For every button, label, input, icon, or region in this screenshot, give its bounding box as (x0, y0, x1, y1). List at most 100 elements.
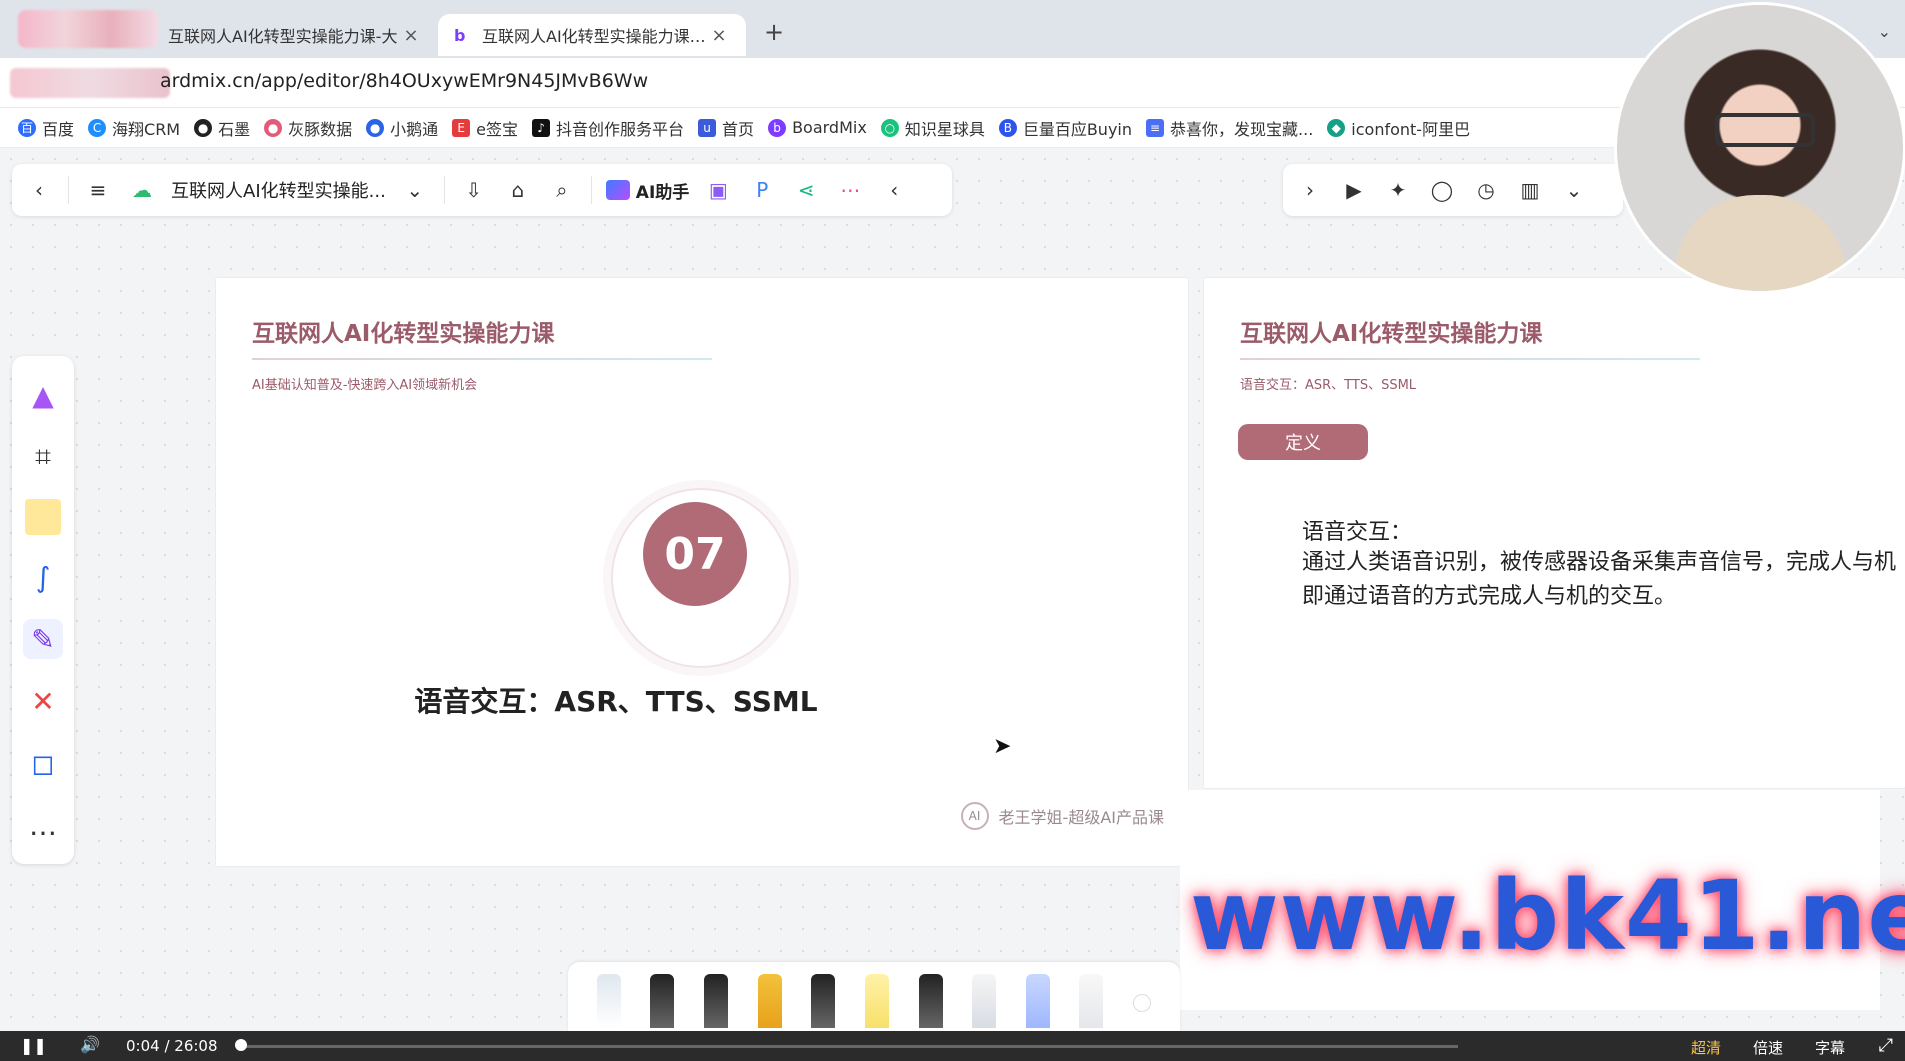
bookmark-label: 海翔CRM (112, 119, 181, 139)
expand-icon[interactable]: › (1295, 175, 1325, 205)
search-icon[interactable]: ⌕ (547, 175, 577, 205)
url-text[interactable]: ardmix.cn/app/editor/8h4OUxywEMr9N45JMvB… (160, 70, 648, 92)
new-tab-button[interactable]: + (764, 18, 784, 46)
progress-knob[interactable] (235, 1039, 248, 1051)
webcam-overlay (1617, 5, 1903, 291)
celebrate-icon[interactable]: ✦ (1383, 175, 1413, 205)
pause-icon[interactable]: ❚❚ (20, 1036, 47, 1055)
brand-mark: AI 老王学姐-超级AI产品课 (960, 802, 1164, 830)
progress-bar[interactable] (238, 1045, 1458, 1048)
eraser-tool-icon[interactable] (1079, 974, 1104, 1028)
close-icon[interactable]: × (400, 25, 422, 46)
template-icon[interactable]: ▲ (23, 375, 63, 415)
grid-tool-icon[interactable] (1025, 974, 1050, 1028)
brand-text: 老王学姐-超级AI产品课 (998, 808, 1164, 827)
back-icon[interactable]: ‹ (24, 175, 54, 205)
slide-cover[interactable]: 互联网人AI化转型实操能力课 AI基础认知普及-快速跨入AI领域新机会 07 语… (216, 278, 1188, 866)
close-icon[interactable]: × (708, 25, 730, 46)
download-icon[interactable]: ⇩ (459, 175, 489, 205)
blurred-region (10, 68, 170, 98)
baidu-icon: 百 (18, 118, 36, 137)
share-icon[interactable]: ⋖ (791, 175, 821, 205)
highlighter-tool-icon[interactable] (864, 974, 889, 1028)
fountain-pen-tool-icon[interactable] (650, 974, 675, 1028)
bookmark-item[interactable]: ≡ 恭喜你，发现宝藏... (1146, 116, 1313, 140)
chapter-number: 07 (643, 502, 747, 606)
bookmark-item[interactable]: ○ 知识星球具 (880, 116, 985, 140)
connector-icon[interactable]: ∫ (23, 557, 63, 597)
zsxq-icon: ○ (880, 118, 899, 137)
bookmark-item[interactable]: B 巨量百应Buyin (998, 116, 1133, 140)
divider (443, 176, 445, 204)
bookmark-item[interactable]: Ee签宝 (452, 116, 518, 140)
frame-icon[interactable]: ⌗ (23, 437, 63, 477)
editor-toolbar: ‹ ≡ ☁ 互联网人AI化转型实操能... ⌄ ⇩ ⌂ ⌕ AI助手 ▣ P ⋖… (12, 164, 952, 216)
tab-menu-icon[interactable]: ⌄ (1878, 22, 1891, 41)
comment-icon[interactable]: ◯ (1427, 175, 1457, 205)
time-readout: 0:04 / 26:08 (126, 1037, 218, 1055)
chapter-title: 语音交互：ASR、TTS、SSML (414, 685, 818, 718)
speed-button[interactable]: 倍速 (1753, 1037, 1783, 1058)
treasure-icon: ≡ (1146, 118, 1165, 137)
presentation-icon[interactable]: P (747, 175, 777, 205)
mindmap-tool-icon[interactable]: ✕ (23, 681, 63, 721)
brush-tool-icon[interactable] (704, 974, 729, 1028)
browser-tabbar: 互联网人AI化转型实操能力课-大 × b 互联网人AI化转型实操能力课 - b … (0, 0, 1905, 58)
douyin-icon: ♪ (532, 118, 551, 137)
slide-title: 互联网人AI化转型实操能力课 (1240, 321, 1543, 347)
bookmark-label: 恭喜你，发现宝藏... (1170, 119, 1314, 139)
bookmark-item[interactable]: ◆ iconfont-阿里巴 (1327, 116, 1470, 140)
chart-icon[interactable]: ▥ (1515, 175, 1545, 205)
chevron-down-icon[interactable]: ⌄ (400, 175, 430, 205)
bookmark-item[interactable]: ♪ 抖音创作服务平台 (532, 116, 684, 140)
bookmark-label: 抖音创作服务平台 (556, 119, 685, 139)
sticky-note-icon[interactable] (25, 499, 61, 535)
bookmark-item[interactable]: C 海翔CRM (88, 116, 180, 140)
shape-icon[interactable]: ◻ (23, 743, 63, 783)
more-icon[interactable]: … (23, 805, 63, 845)
pen-icon[interactable]: ✎ (23, 619, 63, 659)
play-icon[interactable]: ▶ (1339, 175, 1369, 205)
volume-icon[interactable]: 🔊 (80, 1035, 100, 1054)
pencil-tool-icon[interactable] (596, 974, 621, 1028)
marker-tool-icon[interactable] (757, 974, 782, 1028)
subtitles-button[interactable]: 字幕 (1815, 1037, 1845, 1058)
pen-tool-icon[interactable] (811, 974, 836, 1028)
xiaoe-icon: ● (366, 118, 385, 137)
title-divider (252, 358, 712, 360)
bookmark-item[interactable]: ● 小鹅通 (366, 116, 438, 140)
tab-title: 互联网人AI化转型实操能力课-大 (168, 27, 398, 46)
ink-pen-tool-icon[interactable] (918, 974, 943, 1028)
bookmark-item[interactable]: ● 石墨 (194, 116, 250, 140)
crm-icon: C (88, 118, 107, 137)
tag-icon[interactable]: ⌂ (503, 175, 533, 205)
bookmark-item[interactable]: b BoardMix (768, 118, 867, 137)
divider (590, 176, 592, 204)
menu-icon[interactable]: ≡ (83, 175, 113, 205)
address-bar[interactable]: ardmix.cn/app/editor/8h4OUxywEMr9N45JMvB… (0, 58, 1905, 108)
fullscreen-icon[interactable]: ⤢ (1879, 1035, 1893, 1056)
crayon-tool-icon[interactable] (972, 974, 997, 1028)
tab-active[interactable]: b 互联网人AI化转型实操能力课 - b × (438, 14, 746, 56)
ai-assistant-button[interactable]: AI助手 (605, 178, 689, 203)
timer-icon[interactable]: ◷ (1471, 175, 1501, 205)
mindmap-icon[interactable]: ⋯ (835, 175, 865, 205)
bookmark-label: 首页 (722, 119, 755, 139)
bookmark-label: iconfont-阿里巴 (1351, 119, 1471, 139)
more-down-icon[interactable]: ⌄ (1559, 175, 1589, 205)
bookmark-item[interactable]: 百百度 (18, 116, 74, 140)
slide-subtitle: AI基础认知普及-快速跨入AI领域新机会 (252, 378, 478, 393)
dot-tool-icon[interactable] (1133, 994, 1152, 1012)
document-title[interactable]: 互联网人AI化转型实操能... (171, 177, 386, 203)
boardmix-icon: b (454, 25, 466, 45)
slide-definition[interactable]: 互联网人AI化转型实操能力课 语音交互：ASR、TTS、SSML 定义 语音交互… (1204, 278, 1905, 788)
quality-button[interactable]: 超清 (1691, 1037, 1721, 1058)
bookmark-label: 巨量百应Buyin (1022, 119, 1133, 139)
bookmark-label: 百度 (42, 119, 75, 139)
tab-inactive[interactable]: 互联网人AI化转型实操能力课-大 × (152, 14, 438, 56)
image-icon[interactable]: ▣ (703, 175, 733, 205)
bookmark-item[interactable]: ● 灰豚数据 (264, 116, 352, 140)
collapse-icon[interactable]: ‹ (879, 175, 909, 205)
ai-logo-icon (605, 180, 630, 200)
bookmark-item[interactable]: u 首页 (698, 116, 754, 140)
